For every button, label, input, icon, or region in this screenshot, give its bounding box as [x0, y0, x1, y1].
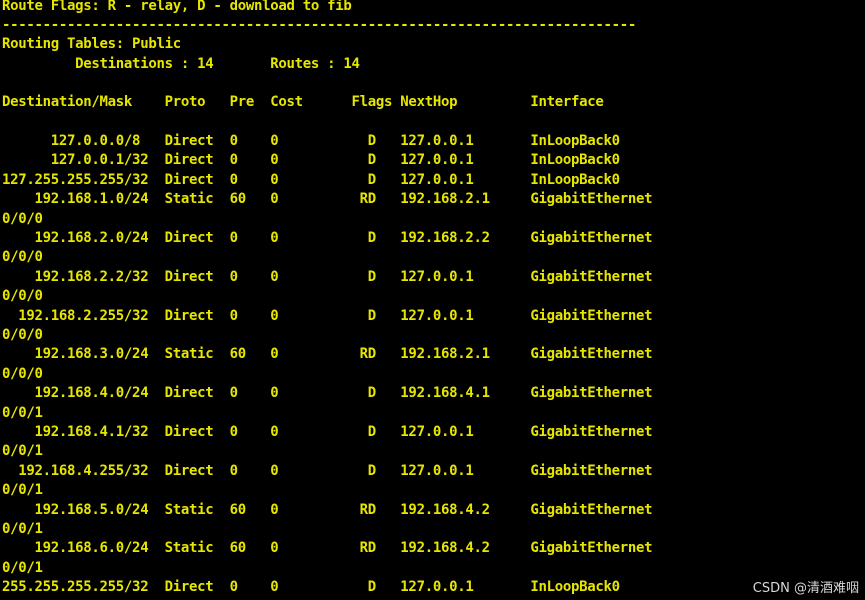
route-row-line: 192.168.6.0/24 Static 60 0 RD 192.168.4.…: [2, 540, 653, 557]
route-row-line: 0/0/1: [2, 443, 43, 460]
route-row-line: 255.255.255.255/32 Direct 0 0 D 127.0.0.…: [2, 579, 620, 596]
column-header: Destination/Mask Proto Pre Cost Flags Ne…: [2, 94, 604, 110]
routing-tables-title: Routing Tables: Public: [2, 36, 181, 52]
route-row-line: 0/0/1: [2, 404, 43, 421]
route-row-line: 192.168.2.255/32 Direct 0 0 D 127.0.0.1 …: [2, 307, 653, 324]
route-row-line: 0/0/0: [2, 288, 43, 305]
route-row-line: 0/0/0: [2, 210, 43, 227]
route-row-line: 0/0/1: [2, 482, 43, 499]
route-row-line: 127.0.0.0/8 Direct 0 0 D 127.0.0.1 InLoo…: [2, 133, 620, 149]
route-row-line: 192.168.3.0/24 Static 60 0 RD 192.168.2.…: [2, 346, 653, 363]
route-row-line: 0/0/0: [2, 249, 43, 266]
destinations-routes-summary: Destinations : 14 Routes : 14: [2, 56, 360, 72]
route-row-line: 192.168.1.0/24 Static 60 0 RD 192.168.2.…: [2, 191, 653, 208]
csdn-watermark: CSDN @清酒难咽: [752, 581, 859, 596]
route-row-line: 0/0/0: [2, 327, 43, 343]
terminal-window[interactable]: Route Flags: R - relay, D - download to …: [0, 0, 865, 600]
route-row-line: 192.168.2.2/32 Direct 0 0 D 127.0.0.1 Gi…: [2, 268, 653, 285]
route-row-line: 0/0/1: [2, 521, 43, 537]
route-row-line: 192.168.4.1/32 Direct 0 0 D 127.0.0.1 Gi…: [2, 424, 653, 440]
route-row-line: 127.0.0.1/32 Direct 0 0 D 127.0.0.1 InLo…: [2, 152, 620, 169]
route-row-line: 192.168.4.0/24 Direct 0 0 D 192.168.4.1 …: [2, 385, 653, 402]
route-row-line: 192.168.4.255/32 Direct 0 0 D 127.0.0.1 …: [2, 462, 653, 479]
route-flags-line: Route Flags: R - relay, D - download to …: [2, 0, 352, 14]
route-row-line: 192.168.2.0/24 Direct 0 0 D 192.168.2.2 …: [2, 230, 653, 246]
route-row-line: 0/0/0: [2, 365, 43, 382]
route-row-line: 192.168.5.0/24 Static 60 0 RD 192.168.4.…: [2, 501, 653, 518]
route-row-line: 0/0/1: [2, 559, 43, 576]
separator-line: ----------------------------------------…: [2, 17, 637, 33]
route-row-line: 127.255.255.255/32 Direct 0 0 D 127.0.0.…: [2, 171, 620, 188]
